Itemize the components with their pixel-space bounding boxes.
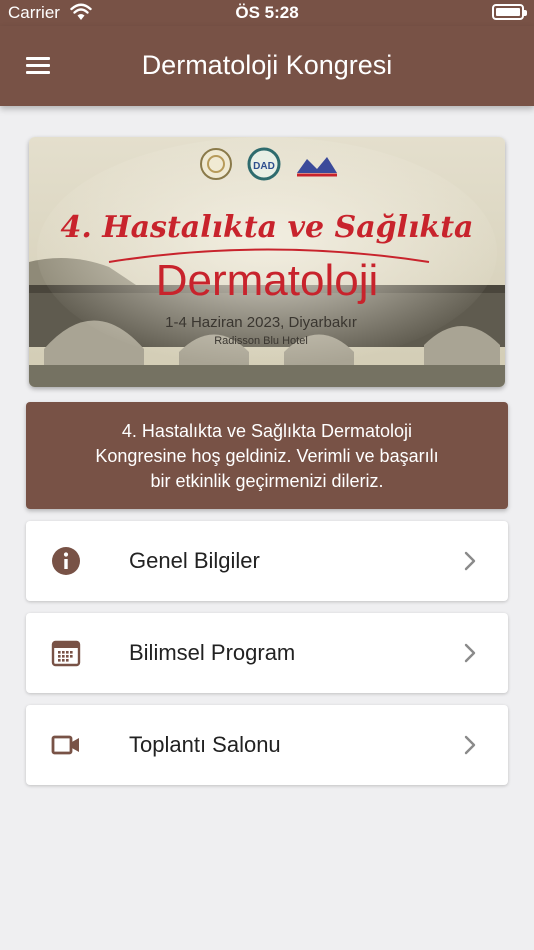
banner-venue: Radisson Blu Hotel: [214, 335, 308, 347]
welcome-line: bir etkinlik geçirmenizi dileriz.: [150, 471, 384, 491]
menu-item-genel-bilgiler[interactable]: Genel Bilgiler: [26, 521, 508, 601]
banner-date: 1-4 Haziran 2023, Diyarbakır: [165, 314, 357, 331]
info-icon: [52, 547, 80, 575]
app-title: Dermatoloji Kongresi: [141, 50, 393, 80]
menu-item-bilimsel-program[interactable]: Bilimsel Program: [26, 613, 508, 693]
app-bar: Dermatoloji Kongresi: [0, 26, 534, 106]
svg-text:DAD: DAD: [253, 161, 275, 172]
welcome-message: 4. Hastalıkta ve Sağlıkta Dermatoloji Ko…: [26, 402, 508, 509]
status-bar: Carrier ÖS 5:28: [0, 0, 534, 26]
menu-item-label: Bilimsel Program: [129, 640, 296, 665]
menu-item-toplanti-salonu[interactable]: Toplantı Salonu: [26, 705, 508, 785]
welcome-line: Kongresine hoş geldiniz. Verimli ve başa…: [95, 446, 439, 466]
banner-title-line2: Dermatoloji: [156, 256, 379, 305]
clock: ÖS 5:28: [235, 3, 299, 22]
chevron-right-icon: [464, 643, 476, 663]
menu-item-label: Toplantı Salonu: [129, 732, 281, 757]
banner-title-line1: 4. Hastalıkta ve Sağlıkta: [61, 210, 474, 245]
welcome-line: 4. Hastalıkta ve Sağlıkta Dermatoloji: [121, 421, 413, 441]
chevron-right-icon: [464, 551, 476, 571]
congress-banner: DAD 4. Hastalıkta ve Sağlıkta Dermatoloj…: [29, 137, 505, 387]
calendar-icon: [51, 640, 81, 667]
chevron-right-icon: [464, 735, 476, 755]
menu-item-label: Genel Bilgiler: [129, 548, 260, 573]
video-camera-icon: [51, 735, 79, 755]
battery-icon: [492, 4, 527, 20]
